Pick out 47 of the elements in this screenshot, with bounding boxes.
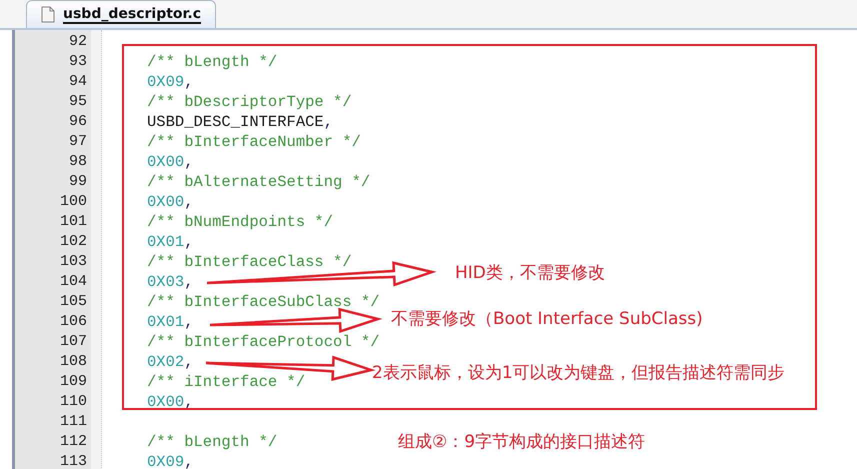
line-number: 110: [58, 392, 88, 412]
annotation-text: HID类，不需要修改: [455, 262, 605, 284]
code-line: /** bAlternateSetting */: [147, 172, 370, 192]
line-number: 108: [58, 352, 88, 372]
code-line: /** bInterfaceNumber */: [147, 132, 361, 152]
line-number: 93: [68, 52, 88, 72]
line-number: 112: [58, 432, 88, 452]
line-number: 111: [58, 412, 88, 432]
line-number: 107: [58, 332, 88, 352]
code-line: /** bLength */: [147, 52, 278, 72]
code-line: 0X01,: [147, 312, 194, 332]
code-line: /** bDescriptorType */: [147, 92, 352, 112]
annotation-text: 2表示鼠标，设为1可以改为键盘，但报告描述符需同步: [372, 362, 785, 384]
line-number: 99: [68, 172, 88, 192]
code-line: 0X00,: [147, 192, 194, 212]
code-line: 0X02,: [147, 352, 194, 372]
line-number: 94: [68, 72, 88, 92]
file-tab[interactable]: usbd_descriptor.c: [26, 0, 216, 28]
line-number: 101: [58, 212, 88, 232]
line-number: 102: [58, 232, 88, 252]
code-line: /** bNumEndpoints */: [147, 212, 334, 232]
line-number: 92: [68, 32, 88, 52]
document-icon: [41, 6, 55, 23]
code-line: 0X09,: [147, 72, 194, 92]
line-number: 104: [58, 272, 88, 292]
line-number: 103: [58, 252, 88, 272]
line-number: 95: [68, 92, 88, 112]
line-number: 113: [58, 452, 88, 469]
code-line: /** bInterfaceSubClass */: [147, 292, 380, 312]
line-number: 105: [58, 292, 88, 312]
code-line: /** iInterface */: [147, 372, 306, 392]
code-line: /** bLength */: [147, 432, 278, 452]
code-line: /** bInterfaceClass */: [147, 252, 352, 272]
code-line: 0X00,: [147, 152, 194, 172]
code-line: USBD_DESC_INTERFACE,: [147, 112, 334, 132]
code-line: /** bInterfaceProtocol */: [147, 332, 380, 352]
annotation-text: 不需要修改（Boot Interface SubClass): [391, 308, 703, 330]
code-line: 0X09,: [147, 452, 194, 469]
code-line: 0X03,: [147, 272, 194, 292]
line-number: 96: [68, 112, 88, 132]
code-line: 0X01,: [147, 232, 194, 252]
line-number: 106: [58, 312, 88, 332]
line-number: 98: [68, 152, 88, 172]
line-number: 97: [68, 132, 88, 152]
line-number: 100: [58, 192, 88, 212]
annotation-text: 组成②：9字节构成的接口描述符: [398, 431, 646, 453]
line-number: 109: [58, 372, 88, 392]
